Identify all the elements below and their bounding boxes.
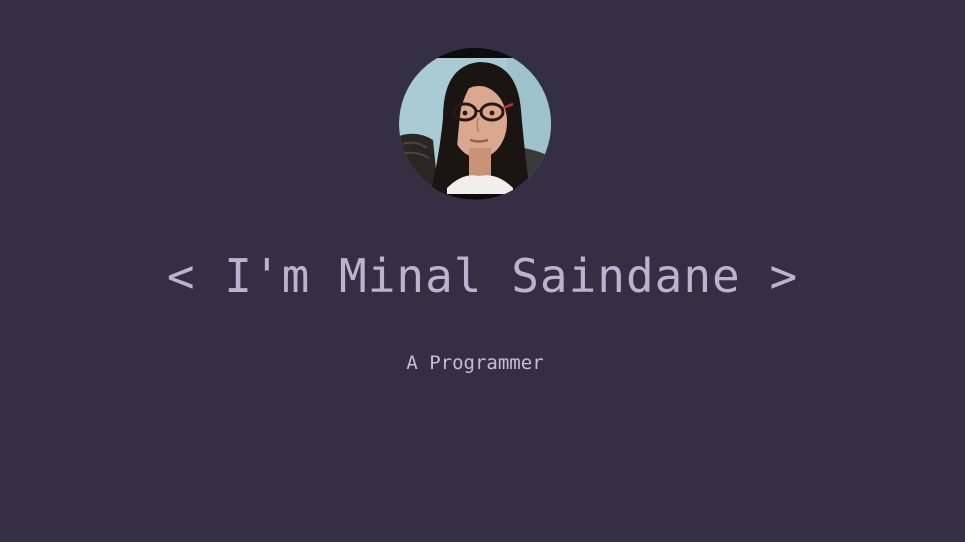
hero-title: < I'm Minal Saindane > [166, 249, 799, 303]
profile-avatar [399, 48, 551, 200]
hero-subtitle: A Programmer [406, 352, 544, 374]
profile-photo [399, 48, 551, 200]
hero-section: < I'm Minal Saindane > A Programmer [0, 0, 965, 542]
